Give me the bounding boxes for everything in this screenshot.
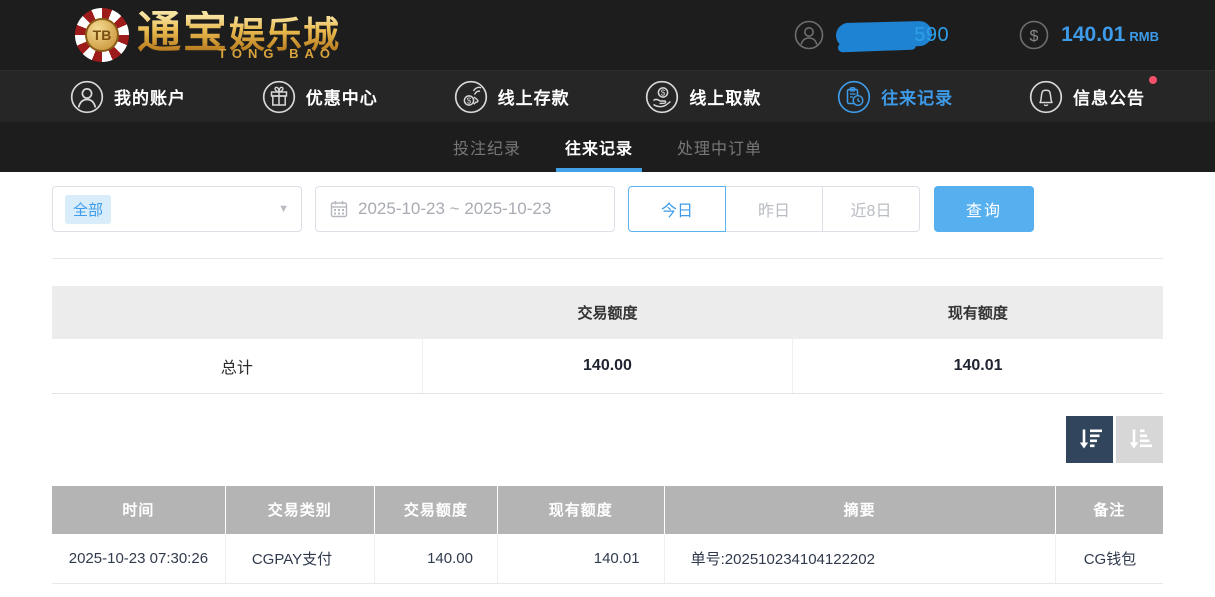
summary-total-label: 总计 (52, 339, 422, 393)
summary-header-blank (52, 286, 422, 339)
records-icon (837, 80, 871, 114)
summary-transaction-amount: 140.00 (422, 339, 792, 393)
main-navigation: 我的账户 优惠中心 $ 线上存款 $ 线上取款 (0, 70, 1215, 122)
nav-item-withdraw[interactable]: $ 线上取款 (645, 80, 761, 114)
site-logo[interactable]: TB 通宝娱乐城 TONG BAO (75, 8, 340, 62)
sort-descending-button[interactable] (1066, 416, 1113, 463)
summary-header-current-balance: 现有额度 (793, 286, 1163, 339)
record-type: CGPAY支付 (225, 534, 374, 584)
chevron-down-icon: ▼ (278, 203, 289, 215)
svg-text:$: $ (466, 96, 471, 105)
nav-item-deposit[interactable]: $ 线上存款 (454, 80, 570, 114)
records-header-note: 备注 (1055, 486, 1163, 534)
record-note: CG钱包 (1055, 534, 1163, 584)
record-time: 2025-10-23 07:30:26 (52, 534, 225, 584)
user-account[interactable]: 590 (794, 20, 949, 50)
notification-dot (1149, 76, 1157, 84)
nav-item-my-account[interactable]: 我的账户 (70, 80, 186, 114)
tab-pending-orders[interactable]: 处理中订单 (677, 122, 762, 172)
user-icon (70, 80, 104, 114)
summary-table: 交易额度 现有额度 总计 140.00 140.01 (52, 286, 1163, 394)
summary-header-transaction-amount: 交易额度 (422, 286, 792, 339)
summary-total-row: 总计 140.00 140.01 (52, 339, 1163, 393)
record-summary: 单号:202510234104122202 (664, 534, 1055, 584)
svg-text:$: $ (661, 88, 666, 97)
records-header-current-balance: 现有额度 (497, 486, 664, 534)
gift-icon (262, 80, 296, 114)
sort-controls (52, 416, 1163, 463)
redaction-scribble (838, 41, 916, 53)
yesterday-button[interactable]: 昨日 (725, 186, 823, 232)
site-subtitle: TONG BAO (137, 47, 340, 60)
app-header: TB 通宝娱乐城 TONG BAO 590 $ (0, 0, 1215, 70)
tab-transaction-records[interactable]: 往来记录 (565, 122, 633, 172)
main-content: 全部 ▼ 2025-10-23 ~ 2025-10-23 今日 昨日 近8日 查… (0, 172, 1215, 584)
quick-date-buttons: 今日 昨日 近8日 (628, 186, 920, 232)
search-button[interactable]: 查询 (934, 186, 1034, 232)
table-row: 2025-10-23 07:30:26 CGPAY支付 140.00 140.0… (52, 534, 1163, 584)
dollar-icon: $ (1019, 20, 1049, 50)
tab-betting-records[interactable]: 投注纪录 (453, 122, 521, 172)
filter-bar: 全部 ▼ 2025-10-23 ~ 2025-10-23 今日 昨日 近8日 查… (52, 186, 1163, 232)
balance-amount: 140.01RMB (1061, 23, 1159, 47)
svg-text:$: $ (1030, 28, 1039, 45)
user-icon (794, 20, 824, 50)
username-visible-text: 590 (914, 24, 949, 47)
record-current-balance: 140.01 (497, 534, 664, 584)
records-header-summary: 摘要 (664, 486, 1055, 534)
records-table: 时间 交易类别 交易额度 现有额度 摘要 备注 2025-10-23 07:30… (52, 486, 1163, 585)
username: 590 (836, 20, 949, 50)
records-header-row: 时间 交易类别 交易额度 现有额度 摘要 备注 (52, 486, 1163, 534)
section-divider (52, 258, 1163, 259)
last-8-days-button[interactable]: 近8日 (822, 186, 920, 232)
summary-header-row: 交易额度 现有额度 (52, 286, 1163, 339)
date-range-value: 2025-10-23 ~ 2025-10-23 (358, 199, 551, 219)
sort-ascending-icon (1126, 425, 1154, 453)
today-button[interactable]: 今日 (628, 186, 726, 232)
sort-descending-icon (1076, 425, 1104, 453)
sort-ascending-button[interactable] (1116, 416, 1163, 463)
currency-label: RMB (1129, 29, 1159, 44)
sub-navigation: 投注纪录 往来记录 处理中订单 (0, 122, 1215, 172)
transaction-type-select[interactable]: 全部 ▼ (52, 186, 302, 232)
bell-icon (1029, 80, 1063, 114)
summary-current-balance: 140.01 (793, 339, 1163, 393)
nav-item-promotions[interactable]: 优惠中心 (262, 80, 378, 114)
withdraw-icon: $ (645, 80, 679, 114)
records-header-transaction-amount: 交易额度 (374, 486, 497, 534)
calendar-icon (330, 200, 348, 218)
records-header-time: 时间 (52, 486, 225, 534)
deposit-icon: $ (454, 80, 488, 114)
nav-item-announcements[interactable]: 信息公告 (1029, 80, 1145, 114)
record-transaction-amount: 140.00 (374, 534, 497, 584)
selected-type-tag: 全部 (65, 195, 111, 224)
records-header-type: 交易类别 (225, 486, 374, 534)
date-range-input[interactable]: 2025-10-23 ~ 2025-10-23 (315, 186, 615, 232)
wallet-balance[interactable]: $ 140.01RMB (1019, 20, 1159, 50)
chip-monogram: TB (85, 18, 119, 52)
nav-item-transaction-records[interactable]: 往来记录 (837, 80, 953, 114)
poker-chip-icon: TB (75, 8, 129, 62)
